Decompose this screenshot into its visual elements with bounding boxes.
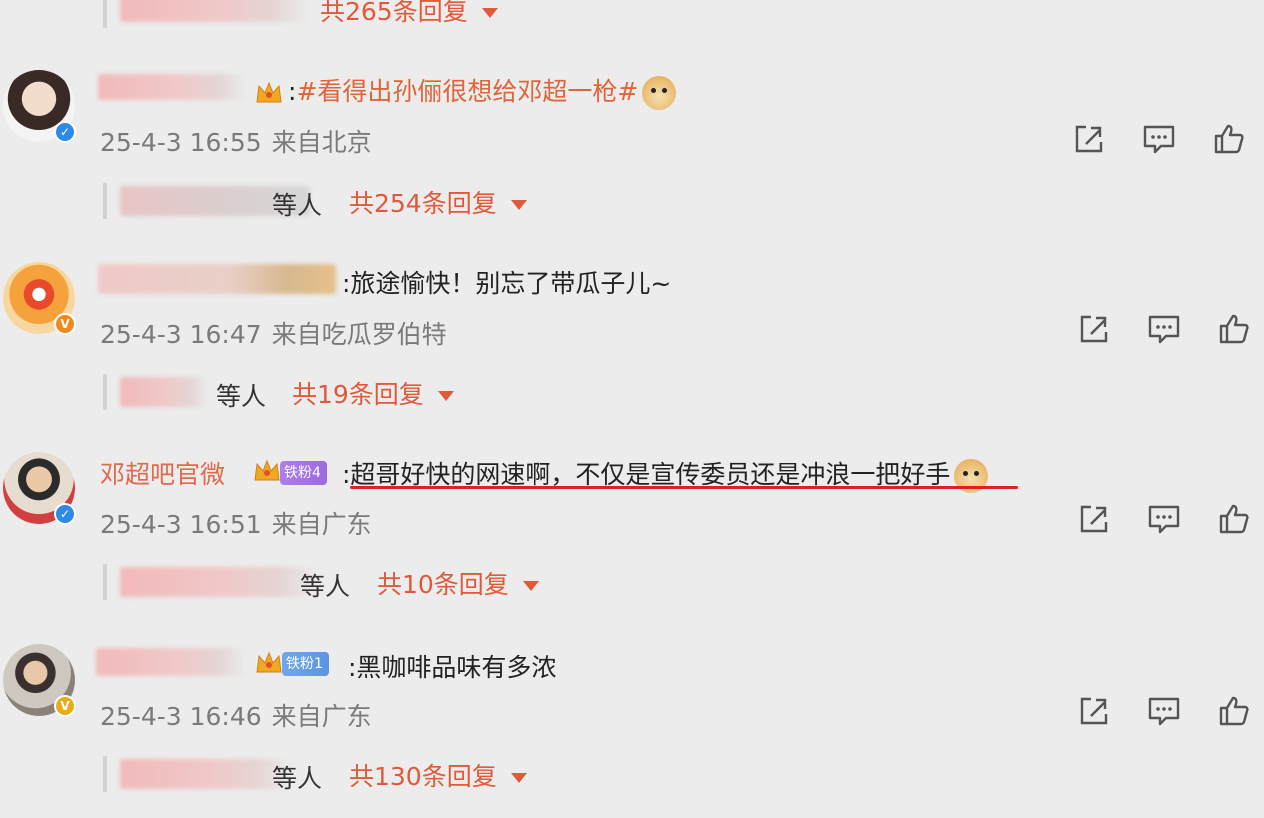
share-icon[interactable] <box>1077 312 1111 346</box>
comment-actions <box>1070 122 1260 162</box>
topic-link[interactable]: #看得出孙俪很想给邓超一枪# <box>296 77 638 106</box>
reply-total-link[interactable]: 共265条回复 <box>320 0 498 28</box>
comment-icon[interactable] <box>1142 122 1176 156</box>
comment-icon[interactable] <box>1147 312 1181 346</box>
fan-badge: 铁粉4 <box>280 461 327 485</box>
reply-indent-bar <box>103 183 107 219</box>
reply-others: 等人 <box>272 191 323 220</box>
comment-actions <box>1075 502 1264 542</box>
reply-others: 等人 <box>272 764 323 793</box>
crown-icon <box>256 81 282 103</box>
reply-indent-bar <box>103 374 107 410</box>
blurred-usernames <box>120 377 208 407</box>
verified-icon: V <box>54 313 76 335</box>
comment-actions <box>1075 312 1264 352</box>
chevron-down-icon <box>522 581 539 591</box>
reply-others: 等人 <box>216 382 267 411</box>
like-icon[interactable] <box>1217 694 1251 728</box>
reply-total-text: 共19条回复 <box>292 380 424 409</box>
verified-icon: ✓ <box>54 121 76 143</box>
comment-location: 来自北京 <box>271 128 372 157</box>
comment-location: 来自吃瓜罗伯特 <box>271 320 447 349</box>
reply-total-text: 共254条回复 <box>349 189 497 218</box>
comment-meta: 25-4-3 16:51 来自广东 <box>100 505 382 541</box>
comment-time: 25-4-3 16:55 <box>100 128 262 157</box>
reply-total-link[interactable]: 共130条回复 <box>349 757 527 793</box>
reply-total-text: 共265条回复 <box>320 0 468 26</box>
crown-icon <box>256 651 282 673</box>
comment-actions <box>1075 694 1264 734</box>
reply-total-text: 共10条回复 <box>377 570 509 599</box>
comment-text: :#看得出孙俪很想给邓超一枪# <box>288 72 677 110</box>
comment-text: :旅途愉快！别忘了带瓜子儿~ <box>342 269 672 298</box>
chevron-down-icon <box>481 8 498 18</box>
like-icon[interactable] <box>1217 312 1251 346</box>
reply-indent-bar <box>103 756 107 792</box>
reply-total-link[interactable]: 共254条回复 <box>349 184 527 220</box>
blurred-usernames <box>120 0 310 22</box>
reply-total-link[interactable]: 共10条回复 <box>377 565 539 601</box>
verified-icon: V <box>54 695 76 717</box>
comment-text-body: :超哥好快的网速啊，不仅是宣传委员还是冲浪一把好手 <box>342 460 951 489</box>
verified-icon: ✓ <box>54 503 76 525</box>
author-name[interactable]: 邓超吧官微 <box>100 455 225 491</box>
comment-time: 25-4-3 16:46 <box>100 702 262 731</box>
comment-icon[interactable] <box>1147 502 1181 536</box>
comment-meta: 25-4-3 16:46 来自广东 <box>100 697 382 733</box>
reply-indent-bar <box>103 564 107 600</box>
share-icon[interactable] <box>1077 694 1111 728</box>
comment-location: 来自广东 <box>271 510 372 539</box>
comment-meta: 25-4-3 16:55 来自北京 <box>100 123 382 159</box>
blurred-username[interactable] <box>98 74 248 100</box>
reply-total-link[interactable]: 共19条回复 <box>292 375 454 411</box>
fan-badge: 铁粉1 <box>282 652 329 676</box>
blurred-username[interactable] <box>96 648 248 676</box>
comment-time: 25-4-3 16:51 <box>100 510 262 539</box>
share-icon[interactable] <box>1072 122 1106 156</box>
comment-time: 25-4-3 16:47 <box>100 320 262 349</box>
crown-icon <box>254 459 280 481</box>
highlight-underline <box>350 486 1018 489</box>
reply-indent-bar <box>103 0 107 28</box>
share-icon[interactable] <box>1077 502 1111 536</box>
dog-emoji-icon <box>642 76 677 110</box>
comment-location: 来自广东 <box>271 702 372 731</box>
chevron-down-icon <box>437 391 454 401</box>
like-icon[interactable] <box>1212 122 1246 156</box>
chevron-down-icon <box>510 200 527 210</box>
comment-meta: 25-4-3 16:47 来自吃瓜罗伯特 <box>100 315 457 351</box>
comment-icon[interactable] <box>1147 694 1181 728</box>
blurred-username[interactable] <box>98 264 336 294</box>
reply-others: 等人 <box>300 572 351 601</box>
chevron-down-icon <box>510 773 527 783</box>
reply-total-text: 共130条回复 <box>349 762 497 791</box>
blurred-usernames <box>120 567 320 597</box>
comment-text: :黑咖啡品味有多浓 <box>348 653 557 682</box>
blurred-usernames <box>120 759 292 789</box>
like-icon[interactable] <box>1217 502 1251 536</box>
